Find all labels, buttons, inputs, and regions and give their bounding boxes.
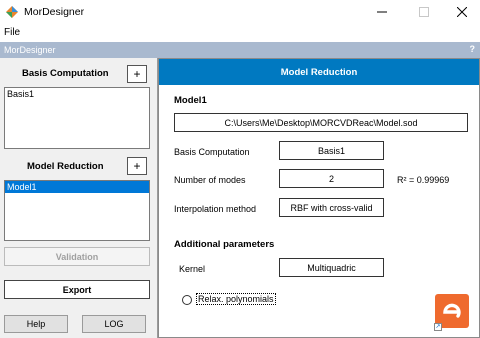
add-basis-button[interactable]: + <box>127 65 147 83</box>
model-list[interactable]: Model1 <box>4 180 150 241</box>
right-panel: Model Reduction Model1 C:\Users\Me\Deskt… <box>158 58 480 338</box>
basis-list[interactable]: Basis1 <box>4 87 150 149</box>
close-icon <box>457 7 467 17</box>
title-bar: MorDesigner <box>0 0 480 24</box>
file-path-field[interactable]: C:\Users\Me\Desktop\MORCVDReac\Model.sod <box>174 113 468 132</box>
list-item[interactable]: Basis1 <box>5 88 149 100</box>
basis-computation-title: Basis Computation <box>22 68 109 79</box>
kernel-select[interactable]: Multiquadric <box>279 258 384 277</box>
kernel-label: Kernel <box>179 264 206 274</box>
modes-label: Number of modes <box>174 175 246 185</box>
left-panel: Basis Computation + Basis1 Model Reducti… <box>0 58 158 338</box>
help-button[interactable]: Help <box>4 315 68 333</box>
model-name-title: Model1 <box>174 95 207 106</box>
additional-parameters-title: Additional parameters <box>174 239 275 250</box>
add-model-button[interactable]: + <box>127 157 147 175</box>
relax-polynomials-radio[interactable] <box>182 295 192 305</box>
menu-file[interactable]: File <box>4 27 20 38</box>
model-reduction-header: Model Reduction <box>159 59 479 85</box>
panel-title: MorDesigner <box>4 45 56 55</box>
modes-input[interactable]: 2 <box>279 169 384 188</box>
panel-title-bar: MorDesigner ? <box>0 42 480 58</box>
app-logo-icon <box>6 6 18 18</box>
window-title: MorDesigner <box>24 6 85 18</box>
close-button[interactable] <box>447 3 477 21</box>
shortcut-arrow-icon: ↗ <box>434 323 442 331</box>
help-icon[interactable]: ? <box>470 44 476 54</box>
export-button[interactable]: Export <box>4 280 150 299</box>
r-squared-value: R² = 0.99969 <box>397 175 450 185</box>
e-letter-icon <box>443 303 461 318</box>
relax-polynomials-label[interactable]: Relax. polynomials <box>196 293 276 305</box>
maximize-button[interactable] <box>409 3 439 21</box>
model-reduction-title: Model Reduction <box>27 161 104 172</box>
minimize-icon <box>377 11 387 13</box>
basis-computation-label: Basis Computation <box>174 147 250 157</box>
interpolation-select[interactable]: RBF with cross-valid <box>279 198 384 217</box>
validation-button[interactable]: Validation <box>4 247 150 266</box>
basis-select[interactable]: Basis1 <box>279 141 384 160</box>
maximize-icon <box>419 7 429 17</box>
log-button[interactable]: LOG <box>82 315 146 333</box>
list-item[interactable]: Model1 <box>5 181 149 193</box>
interpolation-label: Interpolation method <box>174 204 257 214</box>
menu-bar: File <box>0 24 480 41</box>
minimize-button[interactable] <box>367 3 397 21</box>
